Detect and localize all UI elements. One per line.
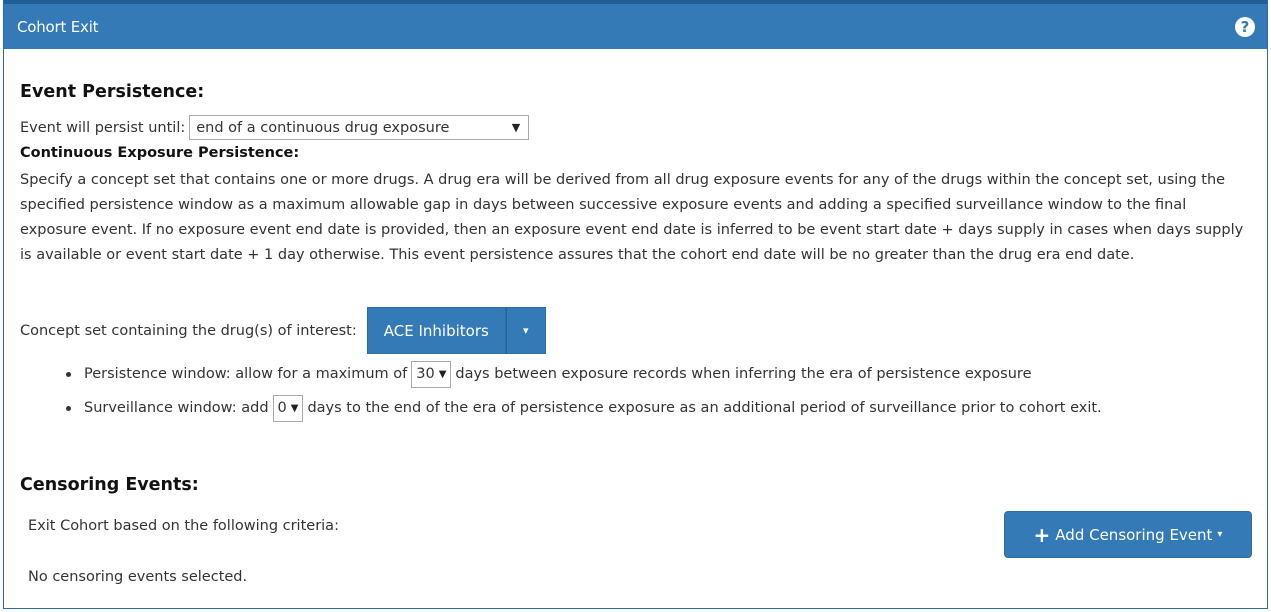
no-censoring-events-text: No censoring events selected. xyxy=(28,569,248,585)
add-censoring-event-button[interactable]: + Add Censoring Event ▾ xyxy=(1004,511,1252,558)
caret-down-icon: ▼ xyxy=(290,402,299,414)
cohort-exit-panel: Cohort Exit ? Event Persistence: Event w… xyxy=(3,0,1268,609)
event-persistence-heading: Event Persistence: xyxy=(20,82,205,102)
concept-set-label: Concept set containing the drug(s) of in… xyxy=(20,322,357,339)
persistence-window-select[interactable]: 30 ▼ xyxy=(411,360,452,388)
event-persistence-select[interactable]: end of a continuous drug exposure ▼ xyxy=(189,115,530,140)
event-persistence-selected: end of a continuous drug exposure xyxy=(196,119,450,136)
caret-down-icon: ▾ xyxy=(1217,529,1223,540)
caret-down-icon: ▼ xyxy=(438,368,447,380)
concept-set-dropdown-toggle[interactable]: ▾ xyxy=(505,307,546,354)
window-list: Persistence window: allow for a maximum … xyxy=(66,357,1102,425)
surveillance-window-prefix: Surveillance window: add xyxy=(84,400,269,416)
censoring-events-heading: Censoring Events: xyxy=(20,475,199,495)
add-censoring-event-label: Add Censoring Event xyxy=(1055,525,1213,544)
persistence-window-suffix: days between exposure records when infer… xyxy=(455,366,1032,382)
panel-header: Cohort Exit ? xyxy=(4,0,1267,49)
exit-criteria-label: Exit Cohort based on the following crite… xyxy=(28,518,339,534)
plus-icon: + xyxy=(1033,522,1051,547)
bullet-icon xyxy=(66,405,71,411)
panel-title: Cohort Exit xyxy=(17,17,99,36)
persistence-window-value: 30 xyxy=(416,366,435,382)
caret-down-icon: ▾ xyxy=(523,324,529,337)
help-icon[interactable]: ? xyxy=(1235,16,1255,37)
persistence-window-item: Persistence window: allow for a maximum … xyxy=(66,357,1102,391)
bullet-icon xyxy=(66,371,71,377)
surveillance-window-value: 0 xyxy=(277,400,287,416)
surveillance-window-item: Surveillance window: add 0 ▼ days to the… xyxy=(66,391,1102,425)
continuous-exposure-description: Specify a concept set that contains one … xyxy=(20,172,1244,263)
surveillance-window-select[interactable]: 0 ▼ xyxy=(272,394,304,422)
caret-down-icon: ▼ xyxy=(511,121,521,134)
continuous-exposure-heading: Continuous Exposure Persistence: xyxy=(20,145,300,161)
concept-set-split-button: ACE Inhibitors ▾ xyxy=(366,307,546,354)
event-persistence-row: Event will persist until: end of a conti… xyxy=(20,115,530,140)
concept-set-button[interactable]: ACE Inhibitors xyxy=(366,307,506,354)
concept-set-row: Concept set containing the drug(s) of in… xyxy=(20,307,546,354)
event-persistence-label: Event will persist until: xyxy=(20,119,186,136)
persistence-window-prefix: Persistence window: allow for a maximum … xyxy=(84,366,408,382)
surveillance-window-suffix: days to the end of the era of persistenc… xyxy=(307,400,1102,416)
